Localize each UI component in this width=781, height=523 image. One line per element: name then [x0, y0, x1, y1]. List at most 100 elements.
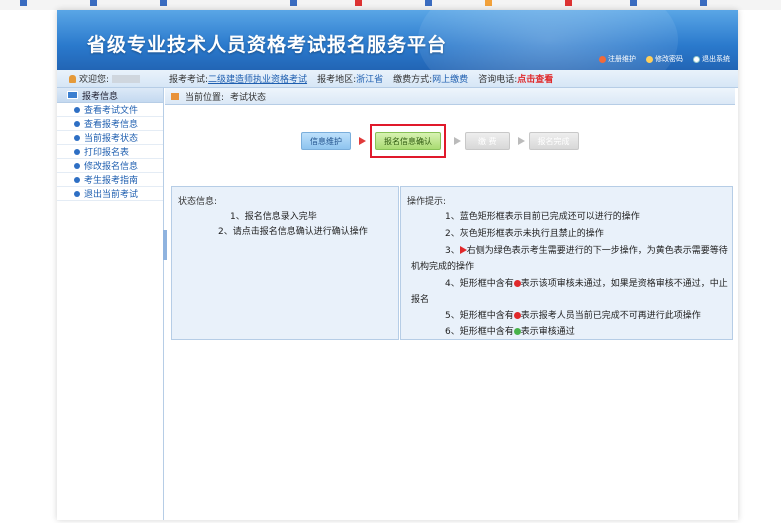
- logout-label: 退出系统: [702, 55, 730, 63]
- sidebar-item-guide[interactable]: 考生报考指南: [57, 173, 163, 187]
- hint-line: 1、蓝色矩形框表示目前已完成还可以进行的操作: [445, 212, 640, 222]
- step-highlight-box: 报名信息确认: [370, 124, 446, 158]
- info-bar: 欢迎您: 报考考试:二级建造师执业资格考试 报考地区:浙江省 缴费方式:网上缴费…: [57, 70, 738, 88]
- exam-info: 报考考试:二级建造师执业资格考试: [169, 72, 307, 85]
- username-redacted: [112, 74, 141, 83]
- step-complete: 报名完成: [528, 132, 579, 150]
- hint-line: 机构完成的操作: [411, 262, 475, 272]
- red-arrow-icon: [459, 246, 467, 254]
- bookmark-item[interactable]: [485, 0, 492, 8]
- hint-line-text: 右侧为绿色表示考生需要进行的下一步操作，为黄色表示需要等待: [466, 246, 728, 256]
- sidebar-item-label: 当前报考状态: [84, 134, 139, 144]
- sidebar-item-label: 考生报考指南: [84, 176, 139, 186]
- status-line: 1、报名信息录入完毕: [230, 212, 317, 222]
- sidebar-item-current-status[interactable]: 当前报考状态: [57, 131, 163, 145]
- sidebar-item-print-form[interactable]: 打印报名表: [57, 145, 163, 159]
- hint-line-text: 表示报考人员当前已完成不可再进行此项操作: [520, 311, 701, 321]
- arrow-right-icon: [454, 137, 461, 145]
- sidebar-item-exit-exam[interactable]: 退出当前考试: [57, 187, 163, 201]
- region-label: 报考地区:: [317, 75, 357, 85]
- folder-icon: [67, 91, 78, 99]
- bookmark-item[interactable]: [160, 0, 167, 8]
- bullet-icon: [74, 190, 80, 197]
- phone-link[interactable]: 点击查看: [517, 75, 553, 85]
- breadcrumb-label: 当前位置:: [185, 92, 225, 103]
- step-payment: 缴 费: [465, 132, 510, 150]
- browser-bookmarks-bar: [0, 0, 781, 10]
- bullet-icon: [74, 148, 80, 155]
- stop-icon: [513, 312, 521, 319]
- error-icon: [513, 280, 521, 287]
- user-icon: [69, 74, 76, 83]
- power-icon: [693, 55, 700, 63]
- lock-icon: [646, 55, 653, 63]
- check-icon: [513, 328, 521, 335]
- bookmark-item[interactable]: [290, 0, 297, 8]
- bookmark-item[interactable]: [425, 0, 432, 8]
- sidebar-header[interactable]: 报考信息: [57, 88, 163, 103]
- hint-line: 6、矩形框中含有 表示审核通过: [445, 324, 575, 337]
- hint-line: 4、矩形框中含有 表示该项审核未通过，如果是资格审核不通过，中止: [445, 276, 728, 289]
- change-password-link[interactable]: 修改密码: [646, 54, 683, 64]
- breadcrumb: 当前位置: 考试状态: [165, 88, 735, 105]
- hint-line: 3、 右侧为绿色表示考生需要进行的下一步操作，为黄色表示需要等待: [445, 243, 728, 256]
- sidebar-item-view-registration[interactable]: 查看报考信息: [57, 117, 163, 131]
- hint-line-prefix: 5、矩形框中含有: [445, 311, 514, 321]
- bookmark-item[interactable]: [565, 0, 572, 8]
- hint-line: 报名: [411, 295, 430, 305]
- phone-info: 咨询电话:点击查看: [478, 72, 553, 85]
- bookmark-item[interactable]: [90, 0, 97, 8]
- bullet-icon: [74, 134, 80, 141]
- register-maintain-link[interactable]: 注册维护: [599, 54, 636, 64]
- hint-line-prefix: 6、矩形框中含有: [445, 327, 514, 337]
- hint-title: 操作提示:: [407, 197, 447, 207]
- top-links: 注册维护 修改密码 退出系统: [599, 54, 730, 64]
- exam-label: 报考考试:: [169, 75, 209, 85]
- page-frame: 省级专业技术人员资格考试报名服务平台 注册维护 修改密码 退出系统 欢迎您: 报…: [57, 10, 738, 520]
- register-maintain-label: 注册维护: [608, 55, 636, 63]
- hint-line-text: 表示该项审核未通过，如果是资格审核不通过，中止: [520, 279, 728, 289]
- step-confirm-registration[interactable]: 报名信息确认: [375, 132, 441, 150]
- breadcrumb-value: 考试状态: [230, 92, 267, 103]
- step-info-maintain[interactable]: 信息维护: [301, 132, 351, 150]
- bullet-icon: [74, 106, 80, 113]
- arrow-right-icon: [517, 137, 525, 145]
- bookmark-item[interactable]: [630, 0, 637, 8]
- phone-label: 咨询电话:: [478, 75, 518, 85]
- hint-line: 2、灰色矩形框表示未执行且禁止的操作: [445, 229, 604, 239]
- sidebar-item-view-exam-files[interactable]: 查看考试文件: [57, 103, 163, 117]
- pay-value: 网上缴费: [432, 75, 469, 85]
- sidebar-item-label: 退出当前考试: [84, 190, 139, 200]
- region-value: 浙江省: [356, 75, 384, 85]
- info-panels: 状态信息: 1、报名信息录入完毕 2、请点击报名信息确认进行确认操作 操作提示:…: [171, 186, 733, 340]
- logout-link[interactable]: 退出系统: [693, 54, 730, 64]
- status-line: 2、请点击报名信息确认进行确认操作: [218, 227, 368, 237]
- main-content: 当前位置: 考试状态 信息维护 报名信息确认 缴 费 报名完成 状态信息: 1、…: [165, 88, 735, 520]
- home-icon: [599, 55, 606, 63]
- hint-line-prefix: 4、矩形框中含有: [445, 279, 514, 289]
- welcome-label: 欢迎您:: [79, 75, 110, 85]
- hint-panel: 操作提示: 1、蓝色矩形框表示目前已完成还可以进行的操作 2、灰色矩形框表示未执…: [400, 186, 733, 340]
- pay-label: 缴费方式:: [393, 75, 433, 85]
- bullet-icon: [74, 162, 80, 169]
- pay-info: 缴费方式:网上缴费: [393, 72, 468, 85]
- welcome-area: 欢迎您:: [57, 72, 169, 85]
- sidebar: 报考信息 查看考试文件 查看报考信息 当前报考状态 打印报名表 修改报名信息 考…: [57, 88, 164, 520]
- exam-link[interactable]: 二级建造师执业资格考试: [208, 75, 307, 85]
- arrow-right-icon: [359, 137, 366, 145]
- hint-line-text: 表示审核通过: [520, 327, 575, 337]
- change-password-label: 修改密码: [655, 55, 683, 63]
- bookmark-item[interactable]: [355, 0, 362, 8]
- bookmark-item[interactable]: [700, 0, 707, 8]
- sidebar-item-label: 查看报考信息: [84, 120, 139, 130]
- sidebar-header-label: 报考信息: [82, 91, 119, 102]
- bullet-icon: [74, 176, 80, 183]
- sidebar-item-edit-registration[interactable]: 修改报名信息: [57, 159, 163, 173]
- bookmark-item[interactable]: [20, 0, 27, 8]
- home-icon: [171, 92, 179, 100]
- status-title: 状态信息:: [178, 197, 218, 207]
- sidebar-item-label: 修改报名信息: [84, 162, 139, 172]
- header-banner: 省级专业技术人员资格考试报名服务平台 注册维护 修改密码 退出系统: [57, 10, 738, 70]
- sidebar-item-label: 查看考试文件: [84, 106, 139, 116]
- hint-line: 5、矩形框中含有 表示报考人员当前已完成不可再进行此项操作: [445, 308, 701, 321]
